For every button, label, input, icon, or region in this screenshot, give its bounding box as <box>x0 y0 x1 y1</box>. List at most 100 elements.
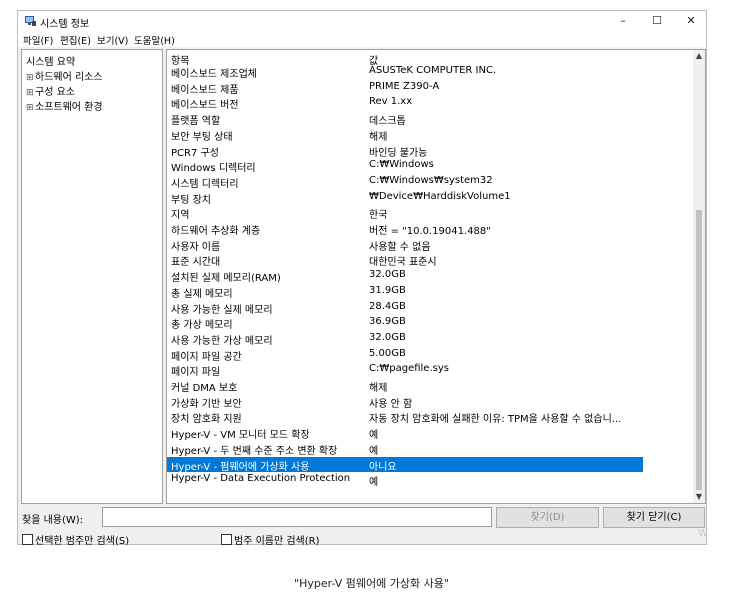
window-title: 시스템 정보 <box>40 19 90 30</box>
row-item-cell: Hyper-V - 두 번째 수준 주소 변환 확장 <box>171 445 338 457</box>
row-value-cell: 예 <box>369 477 379 489</box>
table-row[interactable]: 페이지 파일 공간 5.00GB <box>167 347 643 363</box>
checkbox-box[interactable] <box>221 534 232 545</box>
checkbox-label: 범주 이름만 검색(R) <box>234 536 320 547</box>
table-row[interactable]: 사용 가능한 가상 메모리 32.0GB <box>167 331 643 347</box>
table-row[interactable]: Hyper-V - 펌웨어에 가상화 사용 아니요 <box>167 456 643 473</box>
maximize-button[interactable]: ☐ <box>642 12 672 30</box>
tree-item-label: 소프트웨어 환경 <box>35 102 103 113</box>
row-item-cell: Hyper-V - Data Execution Protection <box>171 473 351 485</box>
category-names-only-checkbox[interactable]: 범주 이름만 검색(R) <box>221 532 320 547</box>
row-item-cell: 가상화 기반 보안 <box>171 398 242 410</box>
table-row[interactable]: 부팅 장치 ₩Device₩HarddiskVolume1 <box>167 190 643 206</box>
row-value-cell: 예 <box>369 430 379 442</box>
table-row[interactable]: 사용 가능한 실제 메모리 28.4GB <box>167 300 643 316</box>
selected-category-only-checkbox[interactable]: 선택한 범주만 검색(S) <box>22 532 129 547</box>
row-value-cell: C:₩Windows <box>369 159 434 171</box>
menu-help[interactable]: 도움말(H) <box>134 33 175 47</box>
row-value-cell: 아니요 <box>369 461 397 473</box>
close-button[interactable]: ✕ <box>676 12 706 30</box>
row-value-cell: 대한민국 표준시 <box>369 257 437 269</box>
table-row[interactable]: 베이스보드 제조업체 ASUSTeK COMPUTER INC. <box>167 64 643 80</box>
table-row[interactable]: 베이스보드 버전 Rev 1.xx <box>167 95 643 111</box>
scroll-thumb[interactable] <box>696 210 702 490</box>
row-value-cell: 데스크톱 <box>369 116 406 128</box>
table-row[interactable]: 베이스보드 제품 PRIME Z390-A <box>167 80 643 96</box>
tree-item-label: 구성 요소 <box>35 87 75 98</box>
close-find-button[interactable]: 찾기 닫기(C) <box>603 507 705 528</box>
row-item-cell: 하드웨어 추상화 계층 <box>171 226 261 237</box>
row-item-cell: Hyper-V - 펌웨어에 가상화 사용 <box>171 461 310 473</box>
table-row[interactable]: 표준 시간대 대한민국 표준시 <box>167 252 643 268</box>
image-caption: "Hyper-V 펌웨어에 가상화 사용" <box>294 577 449 590</box>
row-value-cell: 해제 <box>369 131 388 143</box>
row-value-cell: 32.0GB <box>369 269 406 281</box>
row-item-cell: PCR7 구성 <box>171 147 219 159</box>
table-row[interactable]: 페이지 파일 C:₩pagefile.sys <box>167 362 643 378</box>
row-value-cell: 5.00GB <box>369 347 406 359</box>
table-row[interactable]: 사용자 이름 사용할 수 없음 <box>167 237 643 253</box>
table-row[interactable]: PCR7 구성 바인딩 불가능 <box>167 143 643 159</box>
find-input[interactable] <box>102 507 492 527</box>
row-item-cell: 부팅 장치 <box>171 194 211 206</box>
row-value-cell: ₩Device₩HarddiskVolume1 <box>369 190 511 202</box>
row-item-cell: 페이지 파일 <box>171 367 221 379</box>
vertical-scrollbar[interactable]: ▲ ▼ <box>693 50 705 503</box>
table-row[interactable]: 장치 암호화 지원 자동 장치 암호화에 실패한 이유: TPM을 사용할 수 없… <box>167 409 643 425</box>
tree-item-components[interactable]: ⊞구성 요소 <box>26 83 75 98</box>
table-row[interactable]: 하드웨어 추상화 계층 버전 = "10.0.19041.488" <box>167 221 643 237</box>
row-item-cell: Hyper-V - VM 모니터 모드 확장 <box>171 430 310 442</box>
expand-icon[interactable]: ⊞ <box>26 88 35 98</box>
table-row[interactable]: 설치된 실제 메모리(RAM) 32.0GB <box>167 268 643 284</box>
minimize-button[interactable]: – <box>608 12 638 30</box>
row-item-cell: 표준 시간대 <box>171 257 221 269</box>
row-item-cell: 지역 <box>171 210 190 222</box>
list-header: 항목 값 <box>167 50 705 67</box>
row-item-cell: 총 가상 메모리 <box>171 320 233 332</box>
row-value-cell: 36.9GB <box>369 316 406 328</box>
table-row[interactable]: 지역 한국 <box>167 205 643 221</box>
row-item-cell: Windows 디렉터리 <box>171 163 256 175</box>
scroll-up-icon[interactable]: ▲ <box>693 50 705 62</box>
tree-item-label: 시스템 요약 <box>26 57 76 68</box>
row-value-cell: Rev 1.xx <box>369 96 413 108</box>
row-value-cell: 바인딩 불가능 <box>369 147 428 159</box>
row-item-cell: 플랫폼 역할 <box>171 116 221 128</box>
table-row[interactable]: Hyper-V - VM 모니터 모드 확장 예 <box>167 425 643 441</box>
table-row[interactable]: 플랫폼 역할 데스크톱 <box>167 111 643 127</box>
find-button[interactable]: 찾기(D) <box>496 507 599 528</box>
expand-icon[interactable]: ⊞ <box>26 103 35 113</box>
table-row[interactable]: Hyper-V - Data Execution Protection 예 <box>167 472 643 488</box>
row-value-cell: 사용 안 함 <box>369 398 413 410</box>
tree-item-hardware-resources[interactable]: ⊞하드웨어 리소스 <box>26 68 103 83</box>
table-row[interactable]: 시스템 디렉터리 C:₩Windows₩system32 <box>167 174 643 190</box>
table-row[interactable]: 커널 DMA 보호 해제 <box>167 378 643 394</box>
row-value-cell: ASUSTeK COMPUTER INC. <box>369 65 497 76</box>
table-row[interactable]: 총 가상 메모리 36.9GB <box>167 315 643 331</box>
row-value-cell: C:₩Windows₩system32 <box>369 174 493 186</box>
expand-icon[interactable]: ⊞ <box>26 73 35 83</box>
row-value-cell: 버전 = "10.0.19041.488" <box>369 226 491 237</box>
system-info-app-icon <box>25 16 36 26</box>
menu-edit[interactable]: 편집(E) <box>60 33 91 47</box>
tree-item-system-summary[interactable]: 시스템 요약 <box>26 53 75 68</box>
row-value-cell: 예 <box>369 445 379 457</box>
scroll-down-icon[interactable]: ▼ <box>693 491 705 503</box>
checkbox-box[interactable] <box>22 534 33 545</box>
row-item-cell: 장치 암호화 지원 <box>171 414 242 426</box>
row-value-cell: PRIME Z390-A <box>369 80 440 92</box>
tree-item-software-environment[interactable]: ⊞소프트웨어 환경 <box>26 98 103 113</box>
menu-view[interactable]: 보기(V) <box>97 33 128 47</box>
tree-item-label: 하드웨어 리소스 <box>35 72 103 83</box>
table-row[interactable]: Windows 디렉터리 C:₩Windows <box>167 158 643 174</box>
row-item-cell: 베이스보드 제조업체 <box>171 69 257 80</box>
table-row[interactable]: 보안 부팅 상태 해제 <box>167 127 643 143</box>
row-item-cell: 페이지 파일 공간 <box>171 351 242 363</box>
table-row[interactable]: Hyper-V - 두 번째 수준 주소 변환 확장 예 <box>167 441 643 457</box>
row-item-cell: 사용 가능한 실제 메모리 <box>171 304 273 316</box>
table-row[interactable]: 가상화 기반 보안 사용 안 함 <box>167 394 643 410</box>
table-row[interactable]: 총 실제 메모리 31.9GB <box>167 284 643 300</box>
checkbox-label: 선택한 범주만 검색(S) <box>35 536 130 547</box>
system-info-window: 시스템 정보 – ☐ ✕ 파일(F) 편집(E) 보기(V) 도움말(H) 시스… <box>17 10 707 547</box>
menu-file[interactable]: 파일(F) <box>23 33 53 47</box>
